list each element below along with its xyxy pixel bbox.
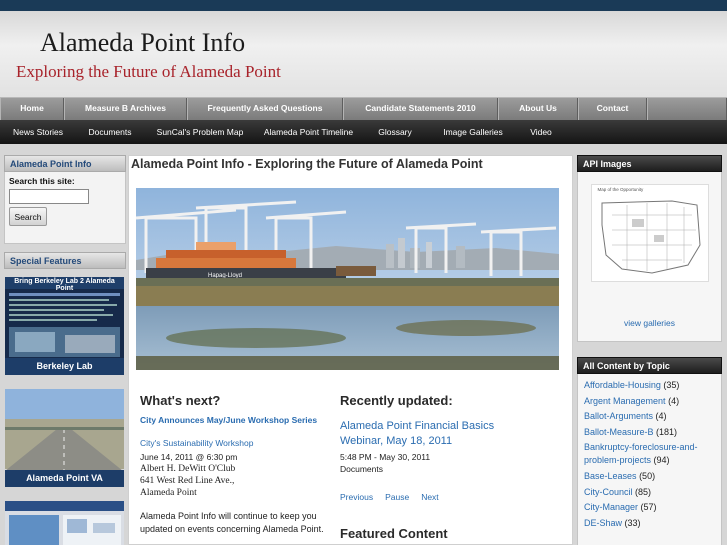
nav-documents[interactable]: Documents	[76, 120, 144, 144]
api-images-block: Map of the Opportunity view galleries	[577, 172, 722, 342]
base-map-drawing	[601, 200, 701, 274]
nav-glossary[interactable]: Glossary	[361, 120, 429, 144]
page-title: Alameda Point Info - Exploring the Futur…	[131, 157, 483, 171]
whats-next-heading: What's next?	[140, 393, 221, 408]
special-features-title: Special Features	[4, 252, 126, 269]
nav-measure-b-archives[interactable]: Measure B Archives	[64, 98, 187, 121]
port-photo: Hapag-Lloyd	[136, 188, 559, 370]
view-galleries-link[interactable]: view galleries	[582, 318, 717, 328]
secondary-nav: News Stories Documents SunCal's Problem …	[0, 120, 727, 144]
topic-item[interactable]: City-Manager (57)	[584, 500, 715, 516]
recent-item-link[interactable]: Alameda Point Financial Basics Webinar, …	[340, 419, 540, 449]
feature-alameda-point-va[interactable]: Alameda Point VA	[5, 389, 124, 487]
topic-item[interactable]: City-Council (85)	[584, 485, 715, 501]
nav-image-galleries[interactable]: Image Galleries	[429, 120, 517, 144]
block-title-api-info: Alameda Point Info	[4, 155, 126, 172]
primary-nav: Home Measure B Archives Frequently Asked…	[0, 97, 727, 121]
topic-item[interactable]: Base-Leases (50)	[584, 469, 715, 485]
feature-caption-berkeley-lab: Berkeley Lab	[5, 358, 124, 375]
event-date: June 14, 2011 @ 6:30 pm	[140, 452, 238, 462]
featured-content-heading: Featured Content	[340, 526, 448, 541]
nav-contact[interactable]: Contact	[578, 98, 647, 121]
topics-title: All Content by Topic	[577, 357, 722, 374]
event-address: 641 West Red Line Ave.,	[140, 476, 235, 486]
whats-next-column: What's next? City Announces May/June Wor…	[140, 393, 325, 535]
sustainability-workshop-link[interactable]: City's Sustainability Workshop	[140, 438, 325, 448]
search-input[interactable]	[9, 189, 89, 204]
map-image[interactable]: Map of the Opportunity	[590, 184, 709, 282]
whats-next-text: Alameda Point Info will continue to keep…	[140, 511, 324, 534]
topic-item[interactable]: Argent Management (4)	[584, 394, 715, 410]
topic-item[interactable]: Bankruptcy-foreclosure-and-problem-proje…	[584, 441, 715, 467]
topic-item[interactable]: Affordable-Housing (35)	[584, 378, 715, 394]
feature-map-thumb[interactable]	[5, 501, 124, 545]
recent-item-date: 5:48 PM - May 30, 2011	[340, 452, 431, 462]
pager-previous-link[interactable]: Previous	[340, 492, 373, 502]
hero-image[interactable]: Hapag-Lloyd	[136, 188, 559, 370]
map-thumbnail-image	[5, 501, 124, 545]
recently-updated-column: Recently updated: Alameda Point Financia…	[340, 393, 540, 541]
recent-item-type: Documents	[340, 464, 383, 474]
pager-pause-link[interactable]: Pause	[385, 492, 409, 502]
map-label: Map of the Opportunity	[597, 187, 644, 192]
event-venue: Albert H. DeWitt O'Club	[140, 464, 236, 474]
site-subtitle: Exploring the Future of Alameda Point	[16, 62, 281, 81]
nav-video[interactable]: Video	[517, 120, 565, 144]
nav-problem-map[interactable]: SunCal's Problem Map	[144, 120, 256, 144]
feature-berkeley-lab[interactable]: Bring Berkeley Lab 2 Alameda Point Berke…	[5, 277, 124, 375]
recently-updated-heading: Recently updated:	[340, 393, 453, 408]
topic-item[interactable]: Ballot-Arguments (4)	[584, 409, 715, 425]
site-header: Alameda Point Info Exploring the Future …	[0, 11, 727, 97]
feature-caption-alameda-point-va: Alameda Point VA	[5, 470, 124, 487]
nav-about-us[interactable]: About Us	[498, 98, 578, 121]
berkeley-lab-banner-text: Bring Berkeley Lab 2 Alameda Point	[14, 278, 115, 292]
nav-news-stories[interactable]: News Stories	[0, 120, 76, 144]
slideshow-pager: Previous Pause Next	[340, 492, 540, 502]
workshop-series-link[interactable]: City Announces May/June Workshop Series	[140, 415, 325, 425]
nav-home[interactable]: Home	[0, 98, 64, 121]
search-button[interactable]: Search	[9, 207, 47, 226]
search-label: Search this site:	[9, 176, 75, 186]
api-images-title: API Images	[577, 155, 722, 172]
topic-item[interactable]: Ballot-Measure-B (181)	[584, 425, 715, 441]
top-strip	[0, 0, 727, 11]
main-content: Alameda Point Info - Exploring the Futur…	[128, 155, 573, 545]
left-sidebar: Alameda Point Info Search this site: Sea…	[4, 155, 126, 545]
pager-next-link[interactable]: Next	[421, 492, 438, 502]
right-sidebar: API Images Map of the Opportunity view g…	[577, 155, 722, 545]
nav-timeline[interactable]: Alameda Point Timeline	[256, 120, 361, 144]
nav-spacer	[647, 98, 727, 121]
nav-faq[interactable]: Frequently Asked Questions	[187, 98, 343, 121]
topics-list: Affordable-Housing (35) Argent Managemen…	[577, 374, 722, 545]
event-city: Alameda Point	[140, 488, 197, 498]
topic-item[interactable]: DE-Shaw (33)	[584, 516, 715, 532]
search-block: Search this site: Search	[4, 172, 126, 244]
site-title[interactable]: Alameda Point Info	[40, 28, 245, 58]
nav-candidate-statements[interactable]: Candidate Statements 2010	[343, 98, 498, 121]
